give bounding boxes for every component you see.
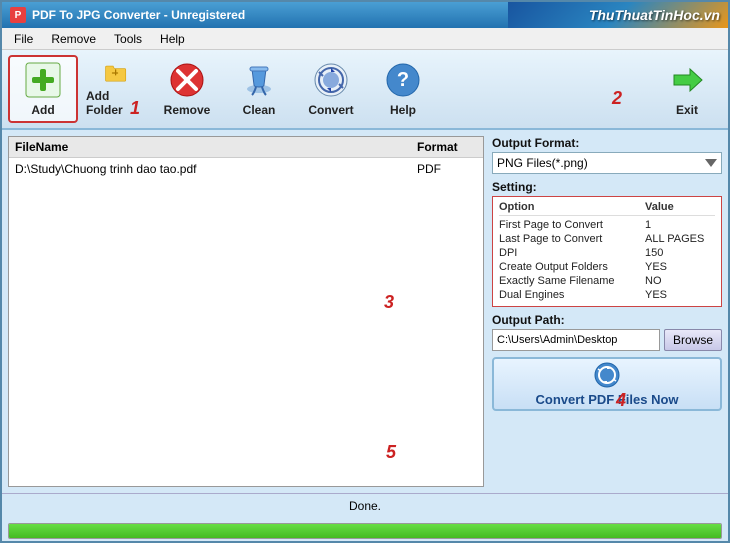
status-text: Done. (349, 499, 381, 513)
progress-bar-fill (9, 524, 721, 538)
logo-area: ThuThuatTinHoc.vn (508, 2, 728, 28)
option-col-header: Option (499, 201, 645, 213)
setting-value-6: YES (645, 289, 715, 301)
svg-text:?: ? (397, 69, 409, 91)
toolbar: Add Add Folder Remove (2, 50, 728, 130)
app-window: P PDF To JPG Converter - Unregistered ─ … (0, 0, 730, 543)
convert-button[interactable]: Convert (296, 55, 366, 123)
convert-button-label: Convert (308, 103, 353, 117)
table-row[interactable]: D:\Study\Chuong trinh dao tao.pdf PDF (9, 160, 483, 178)
file-panel: FileName Format D:\Study\Chuong trinh da… (8, 136, 484, 487)
menu-remove[interactable]: Remove (43, 30, 104, 48)
logo-text: ThuThuatTinHoc.vn (589, 7, 720, 23)
output-path-input[interactable] (492, 329, 660, 351)
settings-label: Setting: (492, 180, 722, 194)
file-list-header: FileName Format (9, 137, 483, 158)
file-list-body: D:\Study\Chuong trinh dao tao.pdf PDF (9, 158, 483, 486)
setting-value-5: NO (645, 275, 715, 287)
format-col-header: Format (417, 140, 477, 154)
app-icon: P (10, 7, 26, 23)
output-path-label: Output Path: (492, 313, 722, 327)
setting-option-2: Last Page to Convert (499, 233, 645, 245)
add-button[interactable]: Add (8, 55, 78, 123)
menu-tools[interactable]: Tools (106, 30, 150, 48)
output-path-section: Output Path: Browse (492, 313, 722, 351)
setting-option-5: Exactly Same Filename (499, 275, 645, 287)
add-folder-button-label: Add Folder (86, 89, 144, 117)
value-col-header: Value (645, 201, 715, 213)
setting-value-3: 150 (645, 247, 715, 259)
setting-option-6: Dual Engines (499, 289, 645, 301)
settings-section: Setting: Option Value First Page to Conv… (492, 180, 722, 307)
title-bar-left: P PDF To JPG Converter - Unregistered (10, 7, 245, 23)
clean-button[interactable]: Clean (224, 55, 294, 123)
exit-button-label: Exit (676, 103, 698, 117)
folder-icon (96, 61, 134, 85)
exit-icon (668, 61, 706, 99)
add-icon (24, 61, 62, 99)
file-name-cell: D:\Study\Chuong trinh dao tao.pdf (15, 162, 417, 176)
remove-button-label: Remove (164, 103, 211, 117)
settings-header: Option Value (499, 201, 715, 216)
setting-row-4: Create Output Folders YES (499, 260, 715, 274)
setting-value-2: ALL PAGES (645, 233, 715, 245)
help-button-label: Help (390, 103, 416, 117)
menu-file[interactable]: File (6, 30, 41, 48)
setting-option-1: First Page to Convert (499, 219, 645, 231)
setting-option-3: DPI (499, 247, 645, 259)
setting-row-1: First Page to Convert 1 (499, 218, 715, 232)
right-panel: Output Format: PNG Files(*.png) JPG File… (492, 136, 722, 487)
output-format-section: Output Format: PNG Files(*.png) JPG File… (492, 136, 722, 174)
setting-row-6: Dual Engines YES (499, 288, 715, 302)
status-bar: Done. (2, 493, 728, 517)
browse-button[interactable]: Browse (664, 329, 722, 351)
settings-box: Option Value First Page to Convert 1 Las… (492, 196, 722, 307)
setting-value-1: 1 (645, 219, 715, 231)
convert-pdf-button[interactable]: Convert PDF Files Now (492, 357, 722, 411)
setting-row-3: DPI 150 (499, 246, 715, 260)
setting-option-4: Create Output Folders (499, 261, 645, 273)
output-format-label: Output Format: (492, 136, 722, 150)
convert-btn-icon (593, 361, 621, 389)
output-path-row: Browse (492, 329, 722, 351)
help-icon: ? (384, 61, 422, 99)
setting-value-4: YES (645, 261, 715, 273)
clean-button-label: Clean (243, 103, 276, 117)
convert-btn-label: Convert PDF Files Now (535, 392, 678, 407)
setting-row-2: Last Page to Convert ALL PAGES (499, 232, 715, 246)
title-bar: P PDF To JPG Converter - Unregistered ─ … (2, 2, 728, 28)
add-button-label: Add (31, 103, 54, 117)
main-content: FileName Format D:\Study\Chuong trinh da… (2, 130, 728, 493)
remove-icon (168, 61, 206, 99)
app-title: PDF To JPG Converter - Unregistered (32, 8, 245, 22)
clean-icon (240, 61, 278, 99)
file-format-cell: PDF (417, 162, 477, 176)
output-format-select[interactable]: PNG Files(*.png) JPG Files(*.jpg) BMP Fi… (492, 152, 722, 174)
progress-area (2, 517, 728, 543)
setting-row-5: Exactly Same Filename NO (499, 274, 715, 288)
menu-bar: File Remove Tools Help (2, 28, 728, 50)
filename-col-header: FileName (15, 140, 417, 154)
add-folder-button[interactable]: Add Folder (80, 55, 150, 123)
help-button[interactable]: ? Help (368, 55, 438, 123)
convert-icon (312, 61, 350, 99)
progress-bar-container (8, 523, 722, 539)
menu-help[interactable]: Help (152, 30, 193, 48)
remove-button[interactable]: Remove (152, 55, 222, 123)
exit-button[interactable]: Exit (652, 55, 722, 123)
